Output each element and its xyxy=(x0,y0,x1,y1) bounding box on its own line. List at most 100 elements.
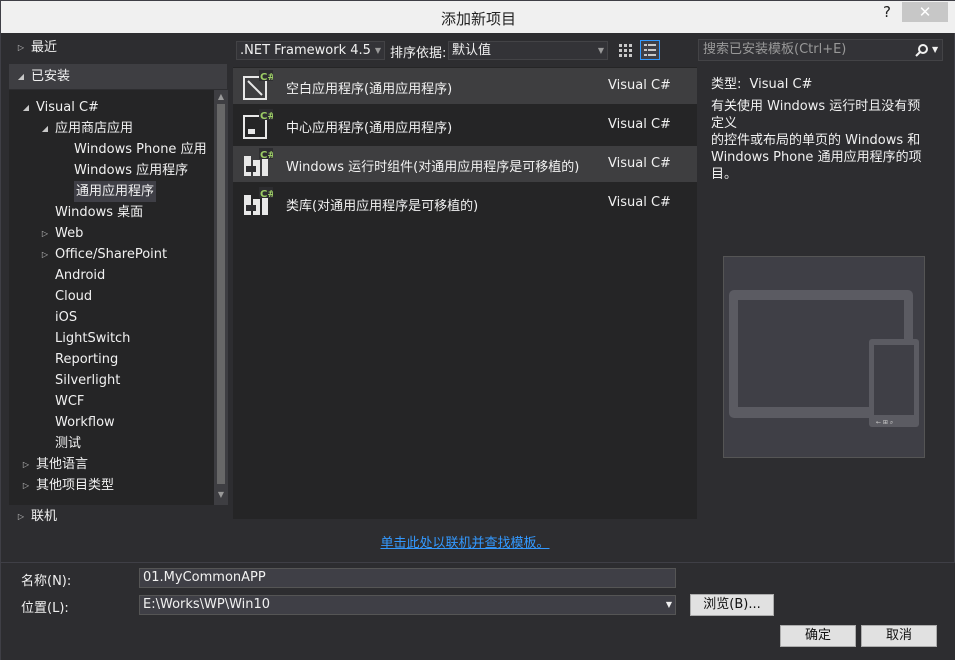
expand-arrow-icon[interactable]: ▷ xyxy=(21,460,31,470)
template-item[interactable]: C# 中心应用程序(通用应用程序) Visual C# xyxy=(233,107,697,143)
location-value: E:\Works\WP\Win10 xyxy=(143,597,271,612)
scroll-down-icon[interactable]: ▼ xyxy=(214,490,228,499)
tree-item[interactable]: 测试 xyxy=(55,433,81,454)
tree-item[interactable]: iOS xyxy=(55,307,77,328)
tree-item[interactable]: Android xyxy=(55,265,105,286)
tree-item-label: Visual C# xyxy=(36,100,99,115)
add-new-project-dialog: 添加新项目 ? ✕ ▷ 最近 ◢ 已安装 Visual C# ◢ 应用商店应用 ◢ Wi… xyxy=(0,0,955,660)
svg-text:← ⊞ ⌕: ← ⊞ ⌕ xyxy=(876,419,893,426)
description-line: 的控件或布局的单页的 Windows 和 xyxy=(711,133,921,148)
description-line: Windows Phone 通用应用程序的项目。 xyxy=(711,150,922,182)
title-bar: 添加新项目 ? ✕ xyxy=(1,1,955,33)
tree-item[interactable]: Reporting xyxy=(55,349,118,370)
section-online-label: 联机 xyxy=(31,509,58,524)
svg-text:C#: C# xyxy=(260,72,273,83)
section-installed[interactable]: ◢ 已安装 xyxy=(9,64,227,89)
collapse-arrow-icon[interactable]: ◢ xyxy=(40,124,50,134)
search-placeholder: 搜索已安装模板(Ctrl+E) xyxy=(703,42,847,57)
template-item[interactable]: C# Windows 运行时组件(对通用应用程序是可移植的) Visual C# xyxy=(233,146,697,182)
tree-item-label: Windows Phone 应用 xyxy=(74,142,207,157)
tree-item-label: Windows 桌面 xyxy=(55,205,144,220)
list-view-icon xyxy=(644,44,656,56)
tree-item[interactable]: Web xyxy=(55,223,83,244)
tree-item[interactable]: Silverlight xyxy=(55,370,120,391)
search-input[interactable]: 搜索已安装模板(Ctrl+E) ▼ xyxy=(698,39,943,61)
expand-arrow-icon[interactable]: ▷ xyxy=(40,250,50,260)
tree-item-label: Cloud xyxy=(55,289,93,304)
devices-preview-icon: ← ⊞ ⌕ xyxy=(729,290,919,427)
ok-button[interactable]: 确定 xyxy=(780,625,856,647)
cancel-button[interactable]: 取消 xyxy=(861,625,937,647)
browse-button[interactable]: 浏览(B)... xyxy=(690,594,774,616)
description-line: 有关使用 Windows 运行时且没有预定义 xyxy=(711,99,921,131)
tree-item-label: 其他语言 xyxy=(36,457,89,472)
template-language: Visual C# xyxy=(608,195,671,210)
chevron-down-icon: ▼ xyxy=(597,46,604,55)
name-label: 名称(N): xyxy=(21,574,72,589)
tree-item[interactable]: 应用商店应用 xyxy=(55,118,133,139)
tree-item[interactable]: 通用应用程序 xyxy=(74,181,157,202)
close-button[interactable]: ✕ xyxy=(902,2,948,22)
tree-item-label: 通用应用程序 xyxy=(76,184,155,199)
dialog-title: 添加新项目 xyxy=(440,10,516,28)
expand-arrow-icon: ▷ xyxy=(17,43,25,52)
svg-text:C#: C# xyxy=(260,189,273,200)
tree-scrollbar[interactable]: ▲ ▼ xyxy=(214,90,228,505)
tree-item-label: Office/SharePoint xyxy=(55,247,168,262)
find-templates-online-link[interactable]: 单击此处以联机并查找模板。 xyxy=(233,532,697,551)
tree-item[interactable]: WCF xyxy=(55,391,84,412)
tree-item-label: 其他项目类型 xyxy=(36,478,115,493)
list-view-button[interactable] xyxy=(640,40,660,60)
sort-select[interactable]: 默认值 ▼ xyxy=(448,41,608,60)
class-library-icon: C# xyxy=(244,187,273,215)
tree-item[interactable]: Cloud xyxy=(55,286,92,307)
section-online[interactable]: ▷ 联机 xyxy=(9,504,227,529)
sort-value: 默认值 xyxy=(452,43,492,58)
tree-item[interactable]: Office/SharePoint xyxy=(55,244,167,265)
tree-item[interactable]: LightSwitch xyxy=(55,328,130,349)
scroll-thumb[interactable] xyxy=(217,104,225,484)
tree-item[interactable]: 其他语言 xyxy=(36,454,88,475)
search-options-arrow-icon[interactable]: ▼ xyxy=(932,40,938,60)
type-label: 类型: xyxy=(711,77,742,92)
small-icons-view-button[interactable] xyxy=(615,40,635,60)
tree-item[interactable]: Windows Phone 应用 xyxy=(74,139,207,160)
tree-item-label: Silverlight xyxy=(55,373,121,388)
project-form: 名称(N): 01.MyCommonAPP 位置(L): E:\Works\WP… xyxy=(1,562,955,660)
scroll-up-icon[interactable]: ▲ xyxy=(214,92,228,101)
template-language: Visual C# xyxy=(608,156,671,171)
chevron-down-icon: ▼ xyxy=(374,46,381,55)
template-list: C# 空白应用程序(通用应用程序) Visual C# C# 中心应用程序(通用应用程序… xyxy=(233,67,697,519)
tree-item[interactable]: Windows 应用程序 xyxy=(74,160,188,181)
project-name-input[interactable]: 01.MyCommonAPP xyxy=(139,568,676,588)
section-recent[interactable]: ▷ 最近 xyxy=(9,35,227,60)
help-button[interactable]: ? xyxy=(877,3,897,25)
collapse-arrow-icon[interactable]: ◢ xyxy=(21,103,31,113)
template-name: 空白应用程序(通用应用程序) xyxy=(286,82,453,97)
expand-arrow-icon[interactable]: ▷ xyxy=(40,229,50,239)
template-name: Windows 运行时组件(对通用应用程序是可移植的) xyxy=(286,160,580,175)
tree-item-label: 测试 xyxy=(55,436,82,451)
template-item[interactable]: C# 空白应用程序(通用应用程序) Visual C# xyxy=(233,68,697,104)
expand-arrow-icon[interactable]: ▷ xyxy=(21,481,31,491)
template-item[interactable]: C# 类库(对通用应用程序是可移植的) Visual C# xyxy=(233,185,697,221)
tree-item[interactable]: Windows 桌面 xyxy=(55,202,143,223)
chevron-down-icon: ▼ xyxy=(665,600,672,609)
search-icon[interactable] xyxy=(915,43,929,57)
tree-item[interactable]: 其他项目类型 xyxy=(36,475,114,496)
tree-item[interactable]: Visual C# xyxy=(36,97,99,118)
grid-view-icon xyxy=(619,44,632,57)
section-recent-label: 最近 xyxy=(31,40,58,55)
tree-item[interactable]: Workflow xyxy=(55,412,115,433)
tree-item-label: Android xyxy=(55,268,106,283)
location-combo[interactable]: E:\Works\WP\Win10 ▼ xyxy=(139,595,676,615)
template-description: 有关使用 Windows 运行时且没有预定义 的控件或布局的单页的 Window… xyxy=(711,98,931,183)
tree-item-label: WCF xyxy=(55,394,85,409)
collapse-arrow-icon: ◢ xyxy=(17,72,25,81)
svg-text:C#: C# xyxy=(260,111,273,122)
type-value: Visual C# xyxy=(749,77,813,92)
framework-value: .NET Framework 4.5 xyxy=(240,43,371,58)
tree-item-label: Reporting xyxy=(55,352,119,367)
svg-text:C#: C# xyxy=(260,150,273,161)
framework-select[interactable]: .NET Framework 4.5 ▼ xyxy=(236,41,385,60)
